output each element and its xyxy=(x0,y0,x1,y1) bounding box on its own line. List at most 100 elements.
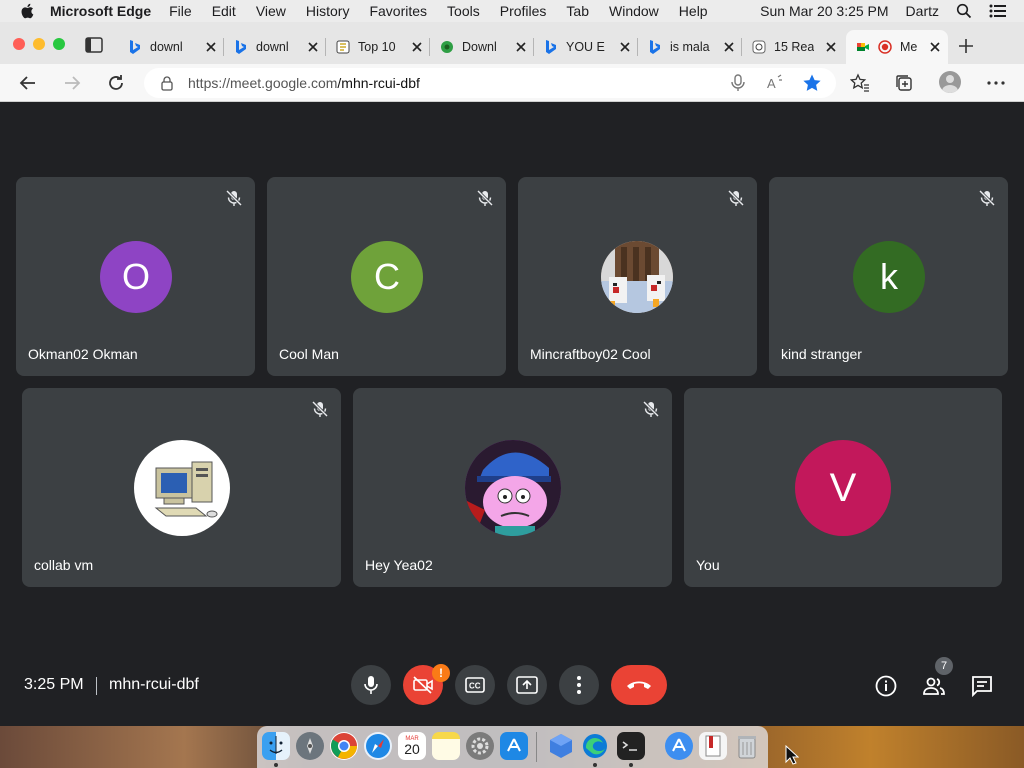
chrome-icon[interactable] xyxy=(330,732,358,760)
more-options-button[interactable] xyxy=(559,665,599,705)
tab-6[interactable]: is mala xyxy=(638,30,742,64)
tab-meet-active[interactable]: Me xyxy=(846,30,948,64)
menu-view[interactable]: View xyxy=(256,3,286,19)
dock-separator xyxy=(536,732,537,762)
participant-avatar: O xyxy=(100,241,172,313)
close-tab-icon[interactable] xyxy=(722,40,736,54)
zoom-window-button[interactable] xyxy=(53,38,65,50)
microphone-button[interactable] xyxy=(351,665,391,705)
participant-tile-kindstranger[interactable]: k kind stranger xyxy=(769,177,1008,376)
mic-off-icon xyxy=(476,189,494,207)
calendar-icon[interactable]: MAR 20 xyxy=(398,732,426,760)
menu-file[interactable]: File xyxy=(169,3,192,19)
back-arrow-icon[interactable] xyxy=(18,73,38,93)
lock-icon[interactable] xyxy=(160,76,174,91)
favorite-star-icon[interactable] xyxy=(802,73,822,93)
mouse-cursor-icon xyxy=(785,745,799,765)
tab-7[interactable]: 15 Rea xyxy=(742,30,844,64)
close-tab-icon[interactable] xyxy=(204,40,218,54)
recording-icon xyxy=(878,40,892,54)
read-aloud-icon[interactable]: A xyxy=(766,74,784,92)
tab-actions-icon[interactable] xyxy=(85,37,103,53)
menu-tab[interactable]: Tab xyxy=(566,3,589,19)
forward-arrow-icon[interactable] xyxy=(62,73,82,93)
mic-off-icon xyxy=(978,189,996,207)
spotlight-icon[interactable] xyxy=(956,3,972,19)
site-icon xyxy=(752,40,766,54)
system-preferences-icon[interactable] xyxy=(466,732,494,760)
minimize-window-button[interactable] xyxy=(33,38,45,50)
present-screen-button[interactable] xyxy=(507,665,547,705)
app-name[interactable]: Microsoft Edge xyxy=(50,3,151,19)
control-center-icon[interactable] xyxy=(989,4,1007,18)
tab-strip: downl downl Top 10 Downl YOU E is mala 1… xyxy=(0,22,1024,64)
tab-1[interactable]: downl xyxy=(118,30,224,64)
apple-icon[interactable] xyxy=(19,2,37,20)
bing-icon xyxy=(234,40,248,54)
close-tab-icon[interactable] xyxy=(514,40,528,54)
participant-tile-heyyea[interactable]: Hey Yea02 xyxy=(353,388,672,587)
downloads-icon[interactable] xyxy=(665,732,693,760)
mic-off-icon xyxy=(311,400,329,418)
close-tab-icon[interactable] xyxy=(618,40,632,54)
launchpad-icon[interactable] xyxy=(296,732,324,760)
participant-tile-collabvm[interactable]: collab vm xyxy=(22,388,341,587)
profile-avatar-icon[interactable] xyxy=(939,71,961,93)
collections-icon[interactable] xyxy=(894,73,914,93)
menubar-user[interactable]: Dartz xyxy=(906,3,939,19)
menu-history[interactable]: History xyxy=(306,3,350,19)
tab-3[interactable]: Top 10 xyxy=(326,30,430,64)
menu-help[interactable]: Help xyxy=(679,3,708,19)
people-icon[interactable] xyxy=(922,674,946,698)
url-text[interactable]: https://meet.google.com/mhn-rcui-dbf xyxy=(188,75,420,91)
notes-icon[interactable] xyxy=(432,732,460,760)
close-window-button[interactable] xyxy=(13,38,25,50)
leave-call-button[interactable] xyxy=(611,665,667,705)
tab-4[interactable]: Downl xyxy=(430,30,534,64)
close-tab-icon[interactable] xyxy=(928,40,942,54)
menu-favorites[interactable]: Favorites xyxy=(369,3,427,19)
documents-icon[interactable] xyxy=(699,732,727,760)
terminal-icon[interactable] xyxy=(617,732,645,760)
menu-edit[interactable]: Edit xyxy=(212,3,236,19)
participant-tile-you[interactable]: V You xyxy=(684,388,1002,587)
close-tab-icon[interactable] xyxy=(410,40,424,54)
menu-tools[interactable]: Tools xyxy=(447,3,480,19)
safari-icon[interactable] xyxy=(364,732,392,760)
favorites-icon[interactable] xyxy=(850,73,870,93)
participant-tile-okman[interactable]: O Okman02 Okman xyxy=(16,177,255,376)
cartoon-profile-picture xyxy=(465,440,561,536)
refresh-icon[interactable] xyxy=(106,73,126,93)
camera-off-icon xyxy=(413,676,433,694)
present-screen-icon xyxy=(516,676,538,694)
tab-2[interactable]: downl xyxy=(224,30,326,64)
minecraft-profile-picture xyxy=(601,241,673,313)
menu-bar: Microsoft Edge File Edit View History Fa… xyxy=(0,0,1024,22)
new-tab-icon[interactable] xyxy=(958,38,974,54)
finder-icon[interactable] xyxy=(262,732,290,760)
mic-off-icon xyxy=(642,400,660,418)
participant-tile-coolman[interactable]: C Cool Man xyxy=(267,177,506,376)
menubar-clock[interactable]: Sun Mar 20 3:25 PM xyxy=(760,3,888,19)
microphone-icon[interactable] xyxy=(731,74,745,92)
meeting-details-icon[interactable] xyxy=(874,674,898,698)
captions-icon: CC xyxy=(465,677,485,693)
edge-icon[interactable] xyxy=(581,732,609,760)
trash-icon[interactable] xyxy=(733,732,761,760)
svg-text:CC: CC xyxy=(469,682,481,691)
paper-icon xyxy=(336,40,350,54)
app-store-icon[interactable] xyxy=(500,732,528,760)
tab-5[interactable]: YOU E xyxy=(534,30,638,64)
more-options-icon[interactable] xyxy=(986,73,1006,93)
menu-profiles[interactable]: Profiles xyxy=(500,3,547,19)
menu-window[interactable]: Window xyxy=(609,3,659,19)
virtualbox-icon[interactable] xyxy=(547,732,575,760)
participant-name: You xyxy=(696,557,720,573)
close-tab-icon[interactable] xyxy=(306,40,320,54)
captions-button[interactable]: CC xyxy=(455,665,495,705)
close-tab-icon[interactable] xyxy=(824,40,838,54)
address-bar[interactable]: https://meet.google.com/mhn-rcui-dbf A xyxy=(144,68,836,98)
camera-warning-badge[interactable]: ! xyxy=(432,664,450,682)
chat-icon[interactable] xyxy=(970,674,994,698)
participant-tile-mincraftboy[interactable]: Mincraftboy02 Cool xyxy=(518,177,757,376)
